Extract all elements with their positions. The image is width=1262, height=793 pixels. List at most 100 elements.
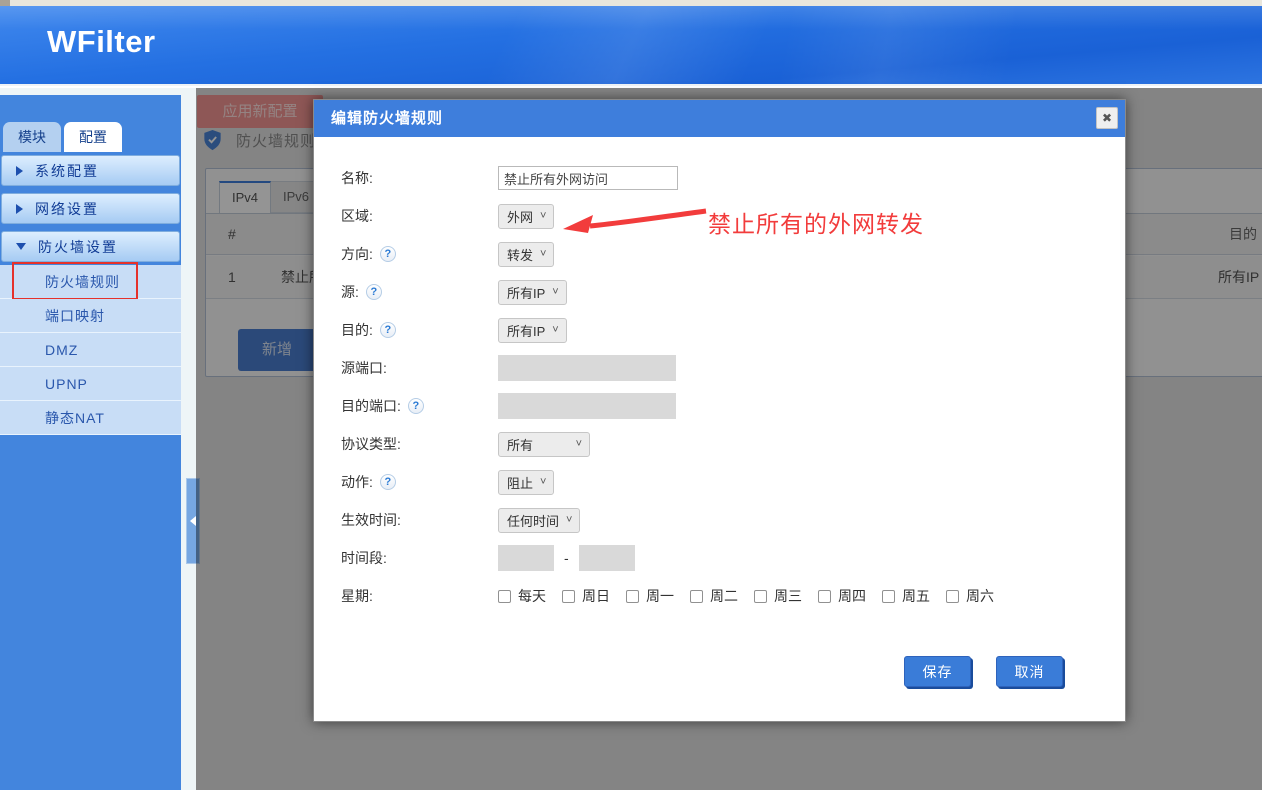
weekday-checkbox-saturday[interactable] xyxy=(946,590,959,603)
chevron-down-icon: ˅ xyxy=(566,514,572,526)
weekdays-label: 星期: xyxy=(341,586,373,606)
edit-firewall-rule-dialog: 编辑防火墙规则 ✖ 名称: 区域: 外网 ˅ 方向: ? xyxy=(313,99,1126,722)
weekday-label: 周四 xyxy=(838,586,866,606)
weekday-checkbox-group: 每天 周日 周一 周二 周三 周四 周五 周六 xyxy=(498,586,1010,606)
protocol-value: 所有 xyxy=(507,435,533,454)
weekday-label: 周二 xyxy=(710,586,738,606)
zone-select[interactable]: 外网 ˅ xyxy=(498,204,554,229)
annotation-text: 禁止所有的外网转发 xyxy=(708,205,924,239)
destination-select[interactable]: 所有IP ˅ xyxy=(498,318,567,343)
direction-select[interactable]: 转发 ˅ xyxy=(498,242,554,267)
form-row-source: 源: ? 所有IP ˅ xyxy=(314,273,1125,311)
chevron-down-icon xyxy=(16,243,26,250)
effective-time-value: 任何时间 xyxy=(507,511,559,530)
chevron-down-icon: ˅ xyxy=(540,248,546,260)
sidebar-item-upnp[interactable]: UPNP xyxy=(0,367,181,401)
sidebar-subitem-label: 防火墙规则 xyxy=(45,274,120,290)
app-header: WFilter xyxy=(0,6,1262,86)
name-input[interactable] xyxy=(498,166,678,190)
form-row-protocol: 协议类型: 所有 ˅ xyxy=(314,425,1125,463)
weekday-checkbox-monday[interactable] xyxy=(626,590,639,603)
source-port-label: 源端口: xyxy=(341,358,387,378)
sidebar-submenu: 防火墙规则 端口映射 DMZ UPNP 静态NAT xyxy=(0,265,181,435)
sidebar-item-dmz[interactable]: DMZ xyxy=(0,333,181,367)
weekday-checkbox-sunday[interactable] xyxy=(562,590,575,603)
chevron-right-icon xyxy=(16,166,23,176)
sidebar-subitem-label: 端口映射 xyxy=(45,308,105,324)
destination-port-input xyxy=(498,393,676,419)
weekday-checkbox-friday[interactable] xyxy=(882,590,895,603)
weekday-checkbox-thursday[interactable] xyxy=(818,590,831,603)
effective-time-label: 生效时间: xyxy=(341,510,401,530)
weekday-label: 周三 xyxy=(774,586,802,606)
source-label: 源: xyxy=(341,282,359,302)
effective-time-select[interactable]: 任何时间 ˅ xyxy=(498,508,580,533)
sidebar-item-system-config[interactable]: 系统配置 xyxy=(1,155,180,186)
help-icon[interactable]: ? xyxy=(380,246,396,262)
help-icon[interactable]: ? xyxy=(408,398,424,414)
sidebar: 模块 配置 系统配置 网络设置 防火墙设置 防火墙规则 xyxy=(0,88,196,790)
time-range-label: 时间段: xyxy=(341,548,387,568)
weekday-checkbox-tuesday[interactable] xyxy=(690,590,703,603)
source-value: 所有IP xyxy=(507,283,545,302)
dialog-footer: 保存 取消 xyxy=(904,656,1063,687)
action-label: 动作: xyxy=(341,472,373,492)
chevron-down-icon: ˅ xyxy=(576,438,582,450)
wfilter-app: WFilter 模块 配置 系统配置 网络设置 防火墙设置 xyxy=(0,0,1262,793)
destination-label: 目的: xyxy=(341,320,373,340)
chevron-down-icon: ˅ xyxy=(552,324,558,336)
help-icon[interactable]: ? xyxy=(380,474,396,490)
chevron-down-icon: ˅ xyxy=(540,210,546,222)
cancel-button[interactable]: 取消 xyxy=(996,656,1063,687)
form-row-weekdays: 星期: 每天 周日 周一 周二 周三 周四 周五 xyxy=(314,577,1125,615)
sidebar-item-label: 系统配置 xyxy=(35,161,99,181)
help-icon[interactable]: ? xyxy=(380,322,396,338)
weekday-label: 每天 xyxy=(518,586,546,606)
tab-modules[interactable]: 模块 xyxy=(3,122,61,152)
annotation-arrow-icon xyxy=(556,202,708,244)
form-row-source-port: 源端口: xyxy=(314,349,1125,387)
source-port-input xyxy=(498,355,676,381)
zone-value: 外网 xyxy=(507,207,533,226)
weekday-checkbox-everyday[interactable] xyxy=(498,590,511,603)
tab-config[interactable]: 配置 xyxy=(64,122,122,152)
help-icon[interactable]: ? xyxy=(366,284,382,300)
source-select[interactable]: 所有IP ˅ xyxy=(498,280,567,305)
protocol-select[interactable]: 所有 ˅ xyxy=(498,432,590,457)
destination-port-label: 目的端口: xyxy=(341,396,401,416)
form-row-destination-port: 目的端口: ? xyxy=(314,387,1125,425)
sidebar-item-firewall-settings[interactable]: 防火墙设置 xyxy=(1,231,180,262)
form-row-action: 动作: ? 阻止 ˅ xyxy=(314,463,1125,501)
sidebar-item-port-mapping[interactable]: 端口映射 xyxy=(0,299,181,333)
weekday-label: 周日 xyxy=(582,586,610,606)
action-value: 阻止 xyxy=(507,473,533,492)
close-icon[interactable]: ✖ xyxy=(1096,107,1118,129)
direction-label: 方向: xyxy=(341,244,373,264)
form-row-direction: 方向: ? 转发 ˅ xyxy=(314,235,1125,273)
form-row-destination: 目的: ? 所有IP ˅ xyxy=(314,311,1125,349)
form-row-name: 名称: xyxy=(314,159,1125,197)
sidebar-item-network-settings[interactable]: 网络设置 xyxy=(1,193,180,224)
sidebar-menu: 系统配置 网络设置 防火墙设置 防火墙规则 端口映射 xyxy=(0,152,181,435)
sidebar-item-label: 防火墙设置 xyxy=(38,237,118,257)
sidebar-subitem-label: 静态NAT xyxy=(45,410,105,426)
dialog-title: 编辑防火墙规则 xyxy=(314,100,1125,137)
sidebar-subitem-label: UPNP xyxy=(45,376,88,392)
weekday-label: 周五 xyxy=(902,586,930,606)
direction-value: 转发 xyxy=(507,245,533,264)
action-select[interactable]: 阻止 ˅ xyxy=(498,470,554,495)
sidebar-item-static-nat[interactable]: 静态NAT xyxy=(0,401,181,435)
chevron-down-icon: ˅ xyxy=(540,476,546,488)
name-label: 名称: xyxy=(341,168,373,188)
chevron-down-icon: ˅ xyxy=(552,286,558,298)
zone-label: 区域: xyxy=(341,206,373,226)
save-button[interactable]: 保存 xyxy=(904,656,971,687)
weekday-label: 周六 xyxy=(966,586,994,606)
weekday-label: 周一 xyxy=(646,586,674,606)
form-row-time-range: 时间段: - xyxy=(314,539,1125,577)
sidebar-item-firewall-rules[interactable]: 防火墙规则 xyxy=(0,265,181,299)
time-start-input xyxy=(498,545,554,571)
time-range-separator: - xyxy=(564,550,569,566)
chevron-right-icon xyxy=(16,204,23,214)
weekday-checkbox-wednesday[interactable] xyxy=(754,590,767,603)
